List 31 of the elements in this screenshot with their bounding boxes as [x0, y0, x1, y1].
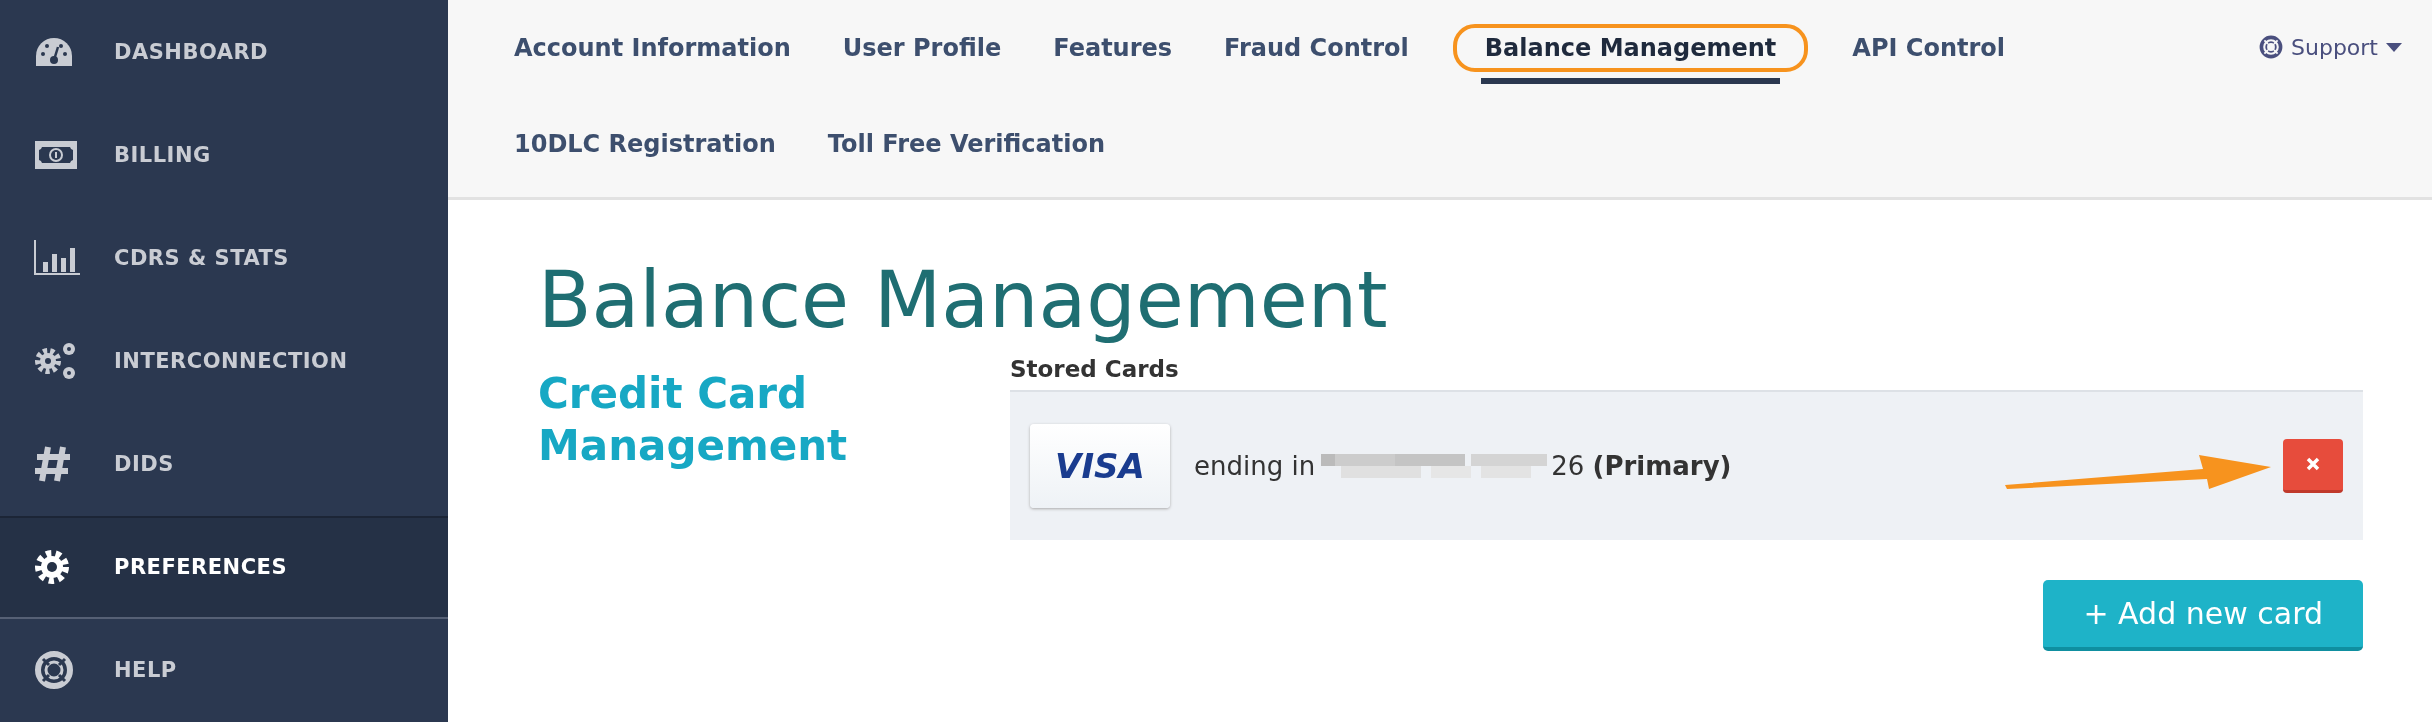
lifebuoy-icon: [34, 650, 74, 691]
page-title: Balance Management: [538, 258, 1389, 344]
lifebuoy-icon: [2259, 35, 2284, 59]
card-text: ending in: [1194, 450, 1316, 481]
nav-tab[interactable]: Account Information: [506, 12, 799, 84]
sidebar-item[interactable]: PREFERENCES: [0, 515, 448, 619]
sidebar-item[interactable]: HELP: [0, 618, 448, 722]
support-menu[interactable]: Support: [2259, 30, 2402, 64]
nav-tab[interactable]: Features: [1045, 12, 1181, 84]
card-brand-logo: VISA: [1030, 423, 1170, 508]
section-title: Credit Card Management: [538, 367, 849, 473]
sidebar-item[interactable]: DIDS: [0, 412, 448, 516]
nav-tab[interactable]: Fraud Control: [1216, 12, 1417, 84]
card-text: 26 (Primary): [1551, 450, 1732, 481]
nav-tab[interactable]: 10DLC Registration: [506, 108, 784, 180]
gauge-icon: [34, 35, 74, 68]
nav-tab[interactable]: User Profile: [834, 12, 1010, 84]
bar-chart-icon: [34, 239, 80, 276]
sidebar-item[interactable]: CDRS & STATS: [0, 206, 448, 310]
nav-tab[interactable]: Toll Free Verification: [819, 108, 1113, 180]
gears-icon: [34, 341, 78, 381]
delete-button[interactable]: [2283, 438, 2343, 493]
nav-tab[interactable]: API Control: [1844, 12, 2013, 84]
sidebar-item[interactable]: INTERCONNECTION: [0, 309, 448, 413]
sidebar-item[interactable]: DASHBOARD: [0, 0, 448, 104]
close-icon: [2306, 457, 2320, 472]
settings-icon: [34, 549, 70, 586]
caret-icon: [2386, 42, 2402, 52]
sidebar-item[interactable]: BILLING: [0, 103, 448, 207]
banknote-icon: [34, 139, 78, 170]
hash-icon: [34, 445, 72, 484]
